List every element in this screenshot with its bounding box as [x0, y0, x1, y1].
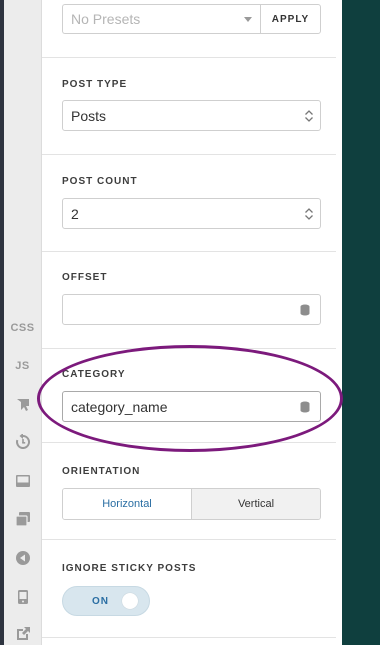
- category-value: category_name: [71, 398, 168, 415]
- mobile-icon: [17, 590, 28, 604]
- copy-button[interactable]: [4, 507, 41, 531]
- copy-icon: [14, 512, 30, 527]
- database-icon[interactable]: [290, 304, 320, 316]
- presets-select[interactable]: No Presets: [62, 4, 260, 34]
- offset-section: OFFSET: [42, 252, 336, 349]
- cursor-icon: [16, 399, 29, 411]
- footer-bar-icon: [15, 475, 30, 487]
- ignore-sticky-toggle[interactable]: ON: [62, 586, 150, 616]
- orientation-toggle: Horizontal Vertical: [62, 488, 321, 520]
- back-button[interactable]: [4, 546, 41, 570]
- offset-input[interactable]: [62, 294, 321, 325]
- category-input[interactable]: category_name: [62, 391, 321, 422]
- database-icon[interactable]: [290, 401, 320, 413]
- category-section: CATEGORY category_name: [42, 349, 336, 443]
- chevron-up-down-icon[interactable]: [298, 207, 320, 221]
- orientation-horizontal[interactable]: Horizontal: [63, 489, 191, 519]
- caret-down-icon: [244, 17, 252, 22]
- post-type-value: Posts: [71, 107, 107, 124]
- apply-button[interactable]: APPLY: [260, 4, 321, 34]
- orientation-label: ORIENTATION: [62, 466, 141, 477]
- post-count-stepper[interactable]: 2: [62, 198, 321, 229]
- presets-section: No Presets APPLY: [42, 0, 336, 58]
- external-link-button[interactable]: [4, 622, 41, 645]
- category-label: CATEGORY: [62, 369, 126, 380]
- mobile-button[interactable]: [4, 585, 41, 609]
- post-count-section: POST COUNT 2: [42, 155, 336, 252]
- back-circle-icon: [15, 551, 30, 565]
- post-type-label: POST TYPE: [62, 79, 128, 90]
- cursor-button[interactable]: [4, 392, 41, 416]
- history-button[interactable]: [4, 430, 41, 454]
- presets-placeholder: No Presets: [71, 11, 141, 27]
- toggle-state-label: ON: [92, 596, 109, 607]
- settings-panel: No Presets APPLY POST TYPE Posts POST CO…: [42, 0, 380, 645]
- css-button[interactable]: CSS: [4, 316, 41, 340]
- footer-button[interactable]: [4, 469, 41, 493]
- post-type-select[interactable]: Posts: [62, 100, 321, 131]
- presets-row: No Presets APPLY: [62, 4, 321, 34]
- offset-label: OFFSET: [62, 272, 108, 283]
- js-button[interactable]: JS: [4, 354, 41, 378]
- canvas-area: [342, 0, 380, 645]
- toggle-knob: [122, 593, 138, 609]
- js-label: JS: [15, 360, 30, 372]
- left-toolbar: CSS JS: [0, 0, 42, 645]
- css-label: CSS: [10, 322, 35, 334]
- post-type-section: POST TYPE Posts: [42, 58, 336, 155]
- external-link-icon: [16, 627, 30, 640]
- post-count-label: POST COUNT: [62, 176, 138, 187]
- history-icon: [15, 434, 30, 449]
- orientation-vertical[interactable]: Vertical: [191, 489, 320, 519]
- chevron-up-down-icon: [298, 109, 320, 123]
- post-count-value: 2: [71, 205, 79, 222]
- ignore-sticky-label: IGNORE STICKY POSTS: [62, 563, 197, 574]
